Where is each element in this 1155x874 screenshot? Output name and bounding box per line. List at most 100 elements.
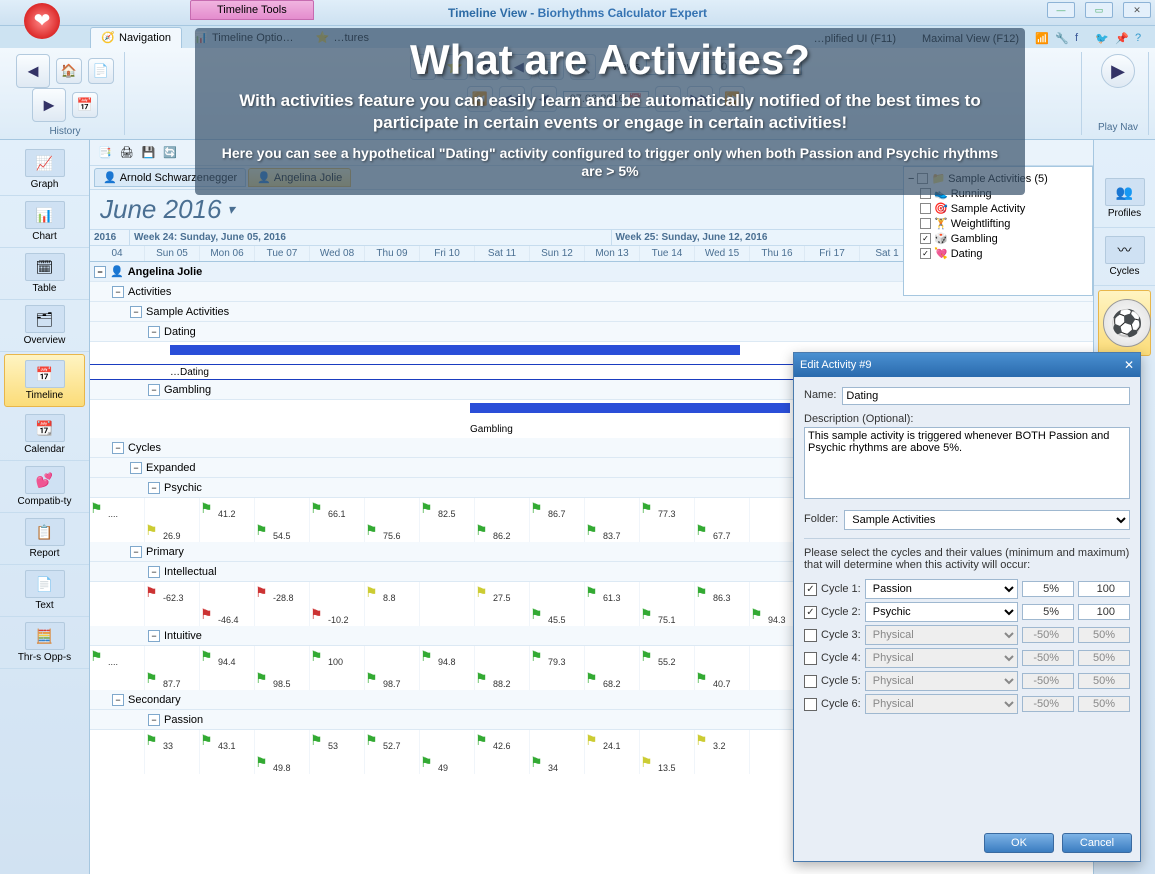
gambling-bar[interactable] xyxy=(470,403,790,413)
desc-textarea[interactable]: This sample activity is triggered whenev… xyxy=(804,427,1130,499)
collapse-icon[interactable]: − xyxy=(148,714,160,726)
flag-icon xyxy=(475,584,489,598)
minimize-button[interactable]: — xyxy=(1047,2,1075,18)
collapse-icon[interactable]: − xyxy=(130,306,142,318)
collapse-icon[interactable]: − xyxy=(130,462,142,474)
goto-icon[interactable]: 📑 xyxy=(98,146,112,159)
name-input[interactable] xyxy=(842,387,1130,405)
cell-value: 40.7 xyxy=(713,679,731,689)
collapse-icon[interactable]: − xyxy=(94,266,106,278)
back-button[interactable]: ◄ xyxy=(16,54,50,88)
cycle-min[interactable]: 5% xyxy=(1022,581,1074,597)
tree-checkbox[interactable] xyxy=(920,203,931,214)
nav-thresholds[interactable]: 🧮Thr-s Opp-s xyxy=(0,617,89,669)
tree-item[interactable]: 🏋 Weightlifting xyxy=(908,216,1088,231)
close-button[interactable]: ✕ xyxy=(1123,2,1151,18)
play-button[interactable]: ▶ xyxy=(1101,54,1135,88)
flag-icon xyxy=(255,522,269,536)
help-icon[interactable]: ? xyxy=(1135,32,1149,46)
timeline-cell xyxy=(200,752,255,774)
cycle-select[interactable]: Physical xyxy=(865,671,1018,691)
nav-profiles[interactable]: 👥Profiles xyxy=(1094,170,1155,228)
collapse-icon[interactable]: − xyxy=(112,442,124,454)
nav-text[interactable]: 📄Text xyxy=(0,565,89,617)
maximize-button[interactable]: ▭ xyxy=(1085,2,1113,18)
cycle-min[interactable]: -50% xyxy=(1022,627,1074,643)
pin-icon[interactable]: 📌 xyxy=(1115,32,1129,46)
timeline-cell: .... xyxy=(90,498,145,520)
collapse-icon[interactable]: − xyxy=(130,546,142,558)
tree-item[interactable]: ✓ 💘 Dating xyxy=(908,246,1088,261)
cycle-select[interactable]: Passion xyxy=(865,579,1018,599)
twitter-icon[interactable]: 🐦 xyxy=(1095,32,1109,46)
export-icon[interactable]: 💾 xyxy=(142,146,156,159)
cycle-min[interactable]: 5% xyxy=(1022,604,1074,620)
rss-icon[interactable]: 📶 xyxy=(1035,32,1049,46)
cycle-max[interactable]: 50% xyxy=(1078,627,1130,643)
print-icon[interactable]: 🖨 xyxy=(120,146,134,159)
dialog-close-icon[interactable]: ✕ xyxy=(1124,358,1134,372)
ok-button[interactable]: OK xyxy=(984,833,1054,853)
nav-graph[interactable]: 📈Graph xyxy=(0,144,89,196)
tree-checkbox[interactable]: ✓ xyxy=(920,233,931,244)
cycle-min[interactable]: -50% xyxy=(1022,673,1074,689)
collapse-icon[interactable]: − xyxy=(148,326,160,338)
folder-select[interactable]: Sample Activities xyxy=(844,510,1130,530)
cycle-min[interactable]: -50% xyxy=(1022,650,1074,666)
nav-overview[interactable]: 🗂Overview xyxy=(0,300,89,352)
forward-button[interactable]: ► xyxy=(32,88,66,122)
tree-checkbox[interactable]: ✓ xyxy=(920,248,931,259)
nav-calendar[interactable]: 📆Calendar xyxy=(0,409,89,461)
collapse-icon[interactable]: − xyxy=(148,630,160,642)
cycle-checkbox[interactable] xyxy=(804,675,817,688)
collapse-icon[interactable]: − xyxy=(112,286,124,298)
tab-navigation[interactable]: 🧭Navigation xyxy=(90,27,182,48)
cycle-checkbox[interactable] xyxy=(804,629,817,642)
cycle-max[interactable]: 50% xyxy=(1078,673,1130,689)
cycle-select[interactable]: Physical xyxy=(865,648,1018,668)
cycle-checkbox[interactable]: ✓ xyxy=(804,583,817,596)
cycle-select[interactable]: Psychic xyxy=(865,602,1018,622)
chevron-down-icon[interactable]: ▾ xyxy=(227,201,234,218)
nav-timeline[interactable]: 📅Timeline xyxy=(4,354,85,407)
nav-table[interactable]: 🗓Table xyxy=(0,248,89,300)
dating-bar[interactable] xyxy=(170,345,740,355)
nav-cycles[interactable]: 〰Cycles xyxy=(1094,228,1155,286)
collapse-icon[interactable]: − xyxy=(148,384,160,396)
row-sample[interactable]: −Sample Activities xyxy=(90,302,1093,322)
nav-report[interactable]: 📋Report xyxy=(0,513,89,565)
cell-value: 54.5 xyxy=(273,531,291,541)
tree-item[interactable]: 🎯 Sample Activity xyxy=(908,201,1088,216)
flag-icon xyxy=(145,522,159,536)
cycle-max[interactable]: 100 xyxy=(1078,581,1130,597)
facebook-icon[interactable]: f xyxy=(1075,32,1089,46)
collapse-icon[interactable]: − xyxy=(148,482,160,494)
nav-chart[interactable]: 📊Chart xyxy=(0,196,89,248)
nav-activities-ball[interactable]: ⚽ xyxy=(1098,290,1151,356)
cycle-select[interactable]: Physical xyxy=(865,625,1018,645)
tools-icon[interactable]: 🔧 xyxy=(1055,32,1069,46)
cycle-checkbox[interactable] xyxy=(804,652,817,665)
cycle-max[interactable]: 50% xyxy=(1078,696,1130,712)
cycle-checkbox[interactable] xyxy=(804,698,817,711)
cycle-max[interactable]: 50% xyxy=(1078,650,1130,666)
home-button[interactable]: 🏠 xyxy=(56,58,82,84)
calendar-button[interactable]: 📅 xyxy=(72,92,98,118)
tree-item[interactable]: ✓ 🎲 Gambling xyxy=(908,231,1088,246)
timeline-cell: 88.2 xyxy=(475,668,530,690)
cycle-checkbox[interactable]: ✓ xyxy=(804,606,817,619)
cycle-min[interactable]: -50% xyxy=(1022,696,1074,712)
refresh-icon[interactable]: 🔄 xyxy=(163,146,177,159)
dialog-titlebar[interactable]: Edit Activity #9✕ xyxy=(794,353,1140,377)
nav-compatibility[interactable]: 💕Compatib-ty xyxy=(0,461,89,513)
cancel-button[interactable]: Cancel xyxy=(1062,833,1132,853)
cycle-max[interactable]: 100 xyxy=(1078,604,1130,620)
flag-icon xyxy=(145,670,159,684)
cycle-select[interactable]: Physical xyxy=(865,694,1018,714)
collapse-icon[interactable]: − xyxy=(148,566,160,578)
row-dating[interactable]: −Dating xyxy=(90,322,1093,342)
collapse-icon[interactable]: − xyxy=(112,694,124,706)
tree-checkbox[interactable] xyxy=(920,218,931,229)
timeline-tools-tab[interactable]: Timeline Tools xyxy=(190,0,314,20)
new-button[interactable]: 📄 xyxy=(88,58,114,84)
